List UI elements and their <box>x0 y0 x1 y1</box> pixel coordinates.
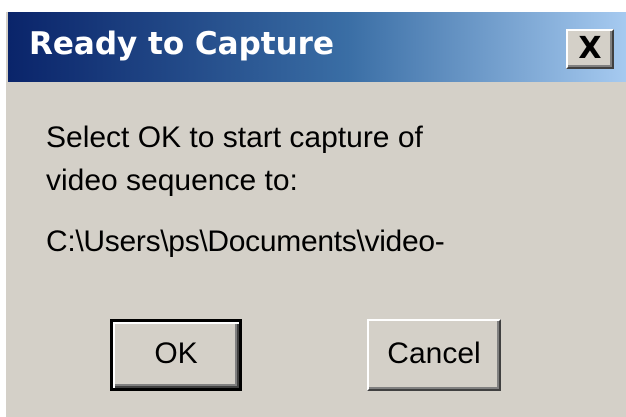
close-button[interactable]: X <box>566 29 614 69</box>
close-icon: X <box>578 31 602 66</box>
dialog-title: Ready to Capture <box>29 26 334 62</box>
cancel-button[interactable]: Cancel <box>367 319 501 391</box>
message-line-1: Select OK to start capture of <box>46 121 423 154</box>
capture-dialog: Ready to Capture X Select OK to start ca… <box>4 10 626 417</box>
ok-button[interactable]: OK <box>110 319 242 391</box>
message-line-2: video sequence to: <box>46 164 298 197</box>
capture-path: C:\Users\ps\Documents\video- <box>46 225 445 258</box>
title-bar[interactable]: Ready to Capture X <box>8 12 626 82</box>
